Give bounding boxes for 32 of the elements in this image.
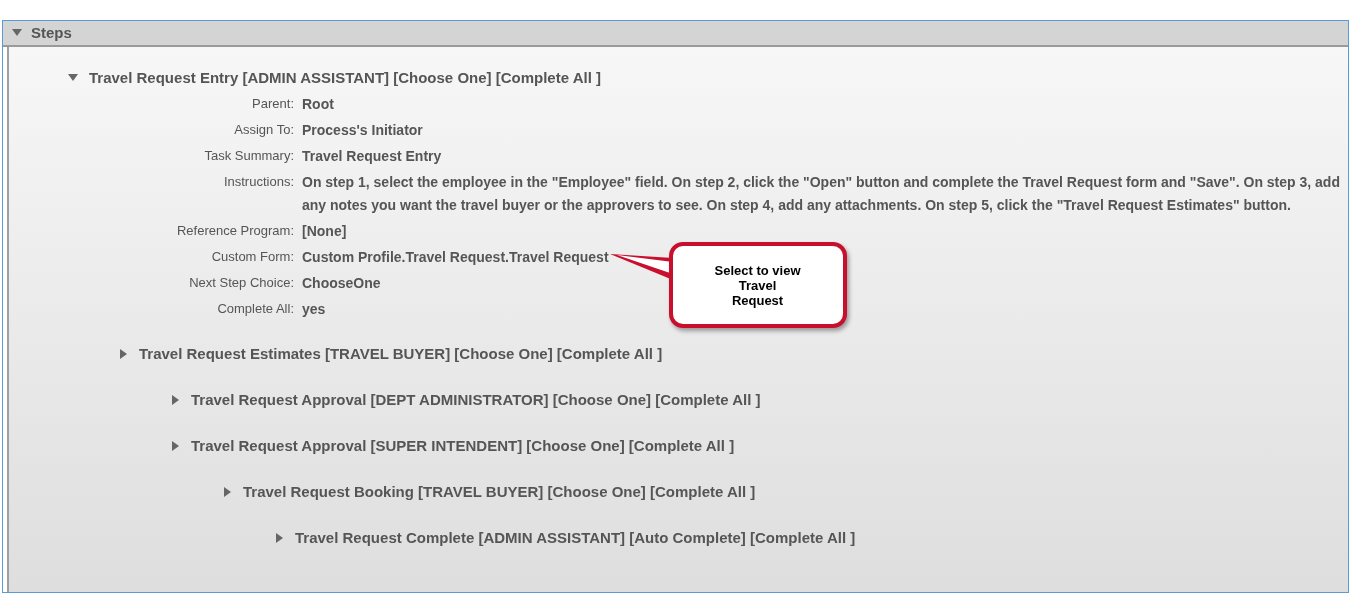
step-title[interactable]: Travel Request Approval [DEPT ADMINISTRATOR] [Choose One] [Complete All ] <box>191 388 761 412</box>
field-label: Reference Program: <box>175 222 295 240</box>
expand-caret-icon[interactable] <box>119 348 129 360</box>
expand-caret-icon[interactable] <box>171 440 181 452</box>
callout: Select to view Travel Request <box>668 242 847 328</box>
field-label: Next Step Choice: <box>188 274 295 292</box>
field-value: [None] <box>302 222 347 241</box>
collapse-caret-icon[interactable] <box>67 73 79 83</box>
panel-header[interactable]: Steps <box>3 21 1348 47</box>
step-title[interactable]: Travel Request Approval [SUPER INTENDENT] [Choose One] [Complete All ] <box>191 434 735 458</box>
field-value: Travel Request Entry <box>302 147 442 166</box>
field-label: Task Summary: <box>203 147 295 165</box>
field-value: Process's Initiator <box>302 121 423 140</box>
field-label: Custom Form: <box>210 248 295 266</box>
field-value: On step 1, select the employee in the "Employee" field. On step 2, click the "Open" button and complete the Travel Request form and "Save". On step 3, add any notes you want the travel buyer or the approvers to see. On step 4, add any attachments. On step 5, click the "Travel Request Estimates" button. <box>302 173 1341 215</box>
expand-caret-icon[interactable] <box>171 394 181 406</box>
step-title[interactable]: Travel Request Complete [ADMIN ASSISTANT] [Auto Complete] [Complete All ] <box>295 526 856 550</box>
field-value: Root <box>302 95 334 114</box>
step-title[interactable]: Travel Request Entry [ADMIN ASSISTANT] [Choose One] [Complete All ] <box>89 66 601 90</box>
panel-title: Steps <box>31 22 72 43</box>
field-label: Instructions: <box>222 173 295 191</box>
expand-caret-icon[interactable] <box>275 532 285 544</box>
field-value: Custom Profile.Travel Request.Travel Request <box>302 248 609 267</box>
field-value: yes <box>302 300 326 319</box>
step-title[interactable]: Travel Request Booking [TRAVEL BUYER] [Choose One] [Complete All ] <box>243 480 756 504</box>
step-title[interactable]: Travel Request Estimates [TRAVEL BUYER] [Choose One] [Complete All ] <box>139 342 663 366</box>
field-label: Complete All: <box>216 300 295 318</box>
field-label: Assign To: <box>233 121 295 139</box>
field-value: ChooseOne <box>302 274 381 293</box>
field-label: Parent: <box>251 95 295 113</box>
expand-caret-icon[interactable] <box>223 486 233 498</box>
collapse-caret-icon[interactable] <box>11 28 23 38</box>
